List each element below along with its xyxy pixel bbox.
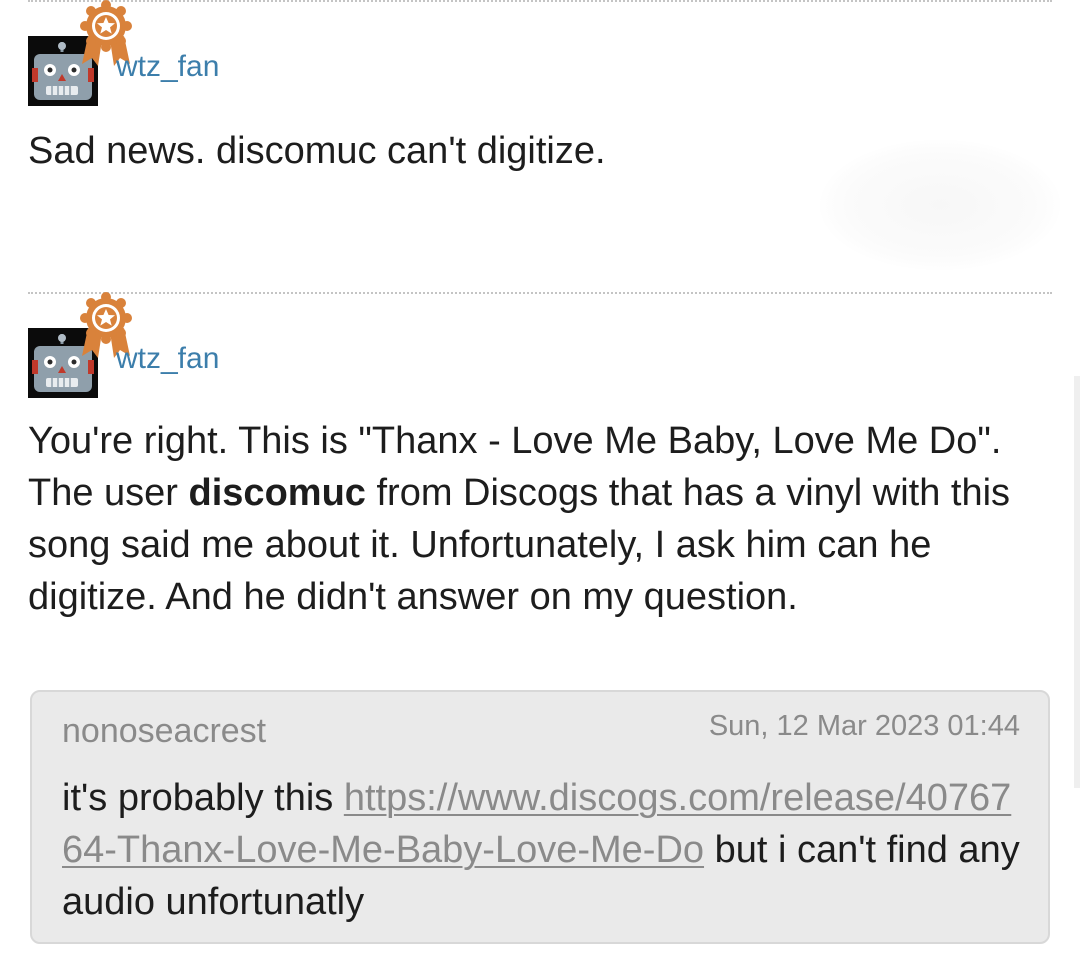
post-text: You're right. This is "Thanx - Love Me B… [28,415,1052,623]
quote-author[interactable]: nonoseacrest [62,712,266,751]
quote-text: it's probably this https://www.discogs.c… [62,772,1022,928]
post: wtz_fan You're right. This is "Thanx - L… [28,292,1052,623]
scrollbar[interactable] [1074,376,1080,788]
username-link[interactable]: wtz_fan [116,50,219,84]
quote-text-before: it's probably this [62,777,344,819]
quote-date: Sun, 12 Mar 2023 01:44 [708,710,1020,742]
username-link[interactable]: wtz_fan [116,342,219,376]
quoted-comment: nonoseacrest Sun, 12 Mar 2023 01:44 it's… [30,690,1050,944]
post-header: wtz_fan [28,292,1052,398]
post-header: wtz_fan [28,0,1052,106]
background-smudge [820,140,1060,270]
mentioned-user: discomuc [188,472,366,514]
